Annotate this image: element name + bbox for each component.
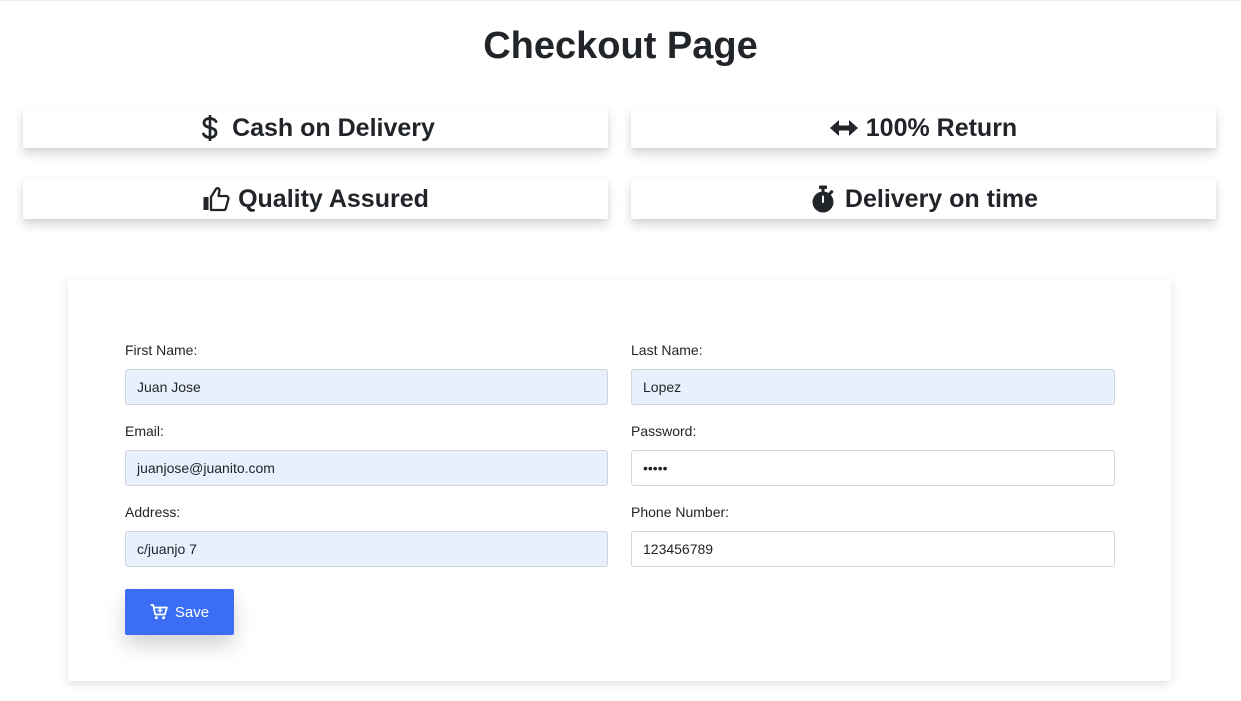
dollar-icon xyxy=(196,114,224,142)
last-name-label: Last Name: xyxy=(631,342,703,358)
phone-number-input[interactable] xyxy=(631,531,1115,567)
password-label: Password: xyxy=(631,423,697,439)
password-input[interactable] xyxy=(631,450,1115,486)
last-name-input[interactable] xyxy=(631,369,1115,405)
cart-plus-icon xyxy=(150,604,168,620)
feature-card-cash-on-delivery: Cash on Delivery xyxy=(23,108,608,148)
feature-label: Quality Assured xyxy=(238,184,429,213)
feature-label: 100% Return xyxy=(865,113,1018,142)
feature-card-delivery-on-time: Delivery on time xyxy=(631,179,1216,219)
first-name-input[interactable] xyxy=(125,369,608,405)
address-label: Address: xyxy=(125,504,181,520)
address-input[interactable] xyxy=(125,531,608,567)
feature-label: Delivery on time xyxy=(844,184,1039,213)
thumbs-up-icon xyxy=(202,185,230,213)
phone-number-label: Phone Number: xyxy=(631,504,730,520)
feature-card-return: 100% Return xyxy=(631,108,1216,148)
feature-label: Cash on Delivery xyxy=(232,113,435,142)
email-label: Email: xyxy=(125,423,164,439)
first-name-label: First Name: xyxy=(125,342,198,358)
save-button-label: Save xyxy=(174,603,210,621)
checkout-form: First Name: Last Name: Email: Password: … xyxy=(68,279,1171,681)
arrows-left-right-icon xyxy=(829,114,858,142)
email-input[interactable] xyxy=(125,450,608,486)
page-title: Checkout Page xyxy=(483,25,758,67)
save-button[interactable]: Save xyxy=(125,589,234,635)
stopwatch-icon xyxy=(809,185,837,213)
feature-card-quality-assured: Quality Assured xyxy=(23,179,608,219)
